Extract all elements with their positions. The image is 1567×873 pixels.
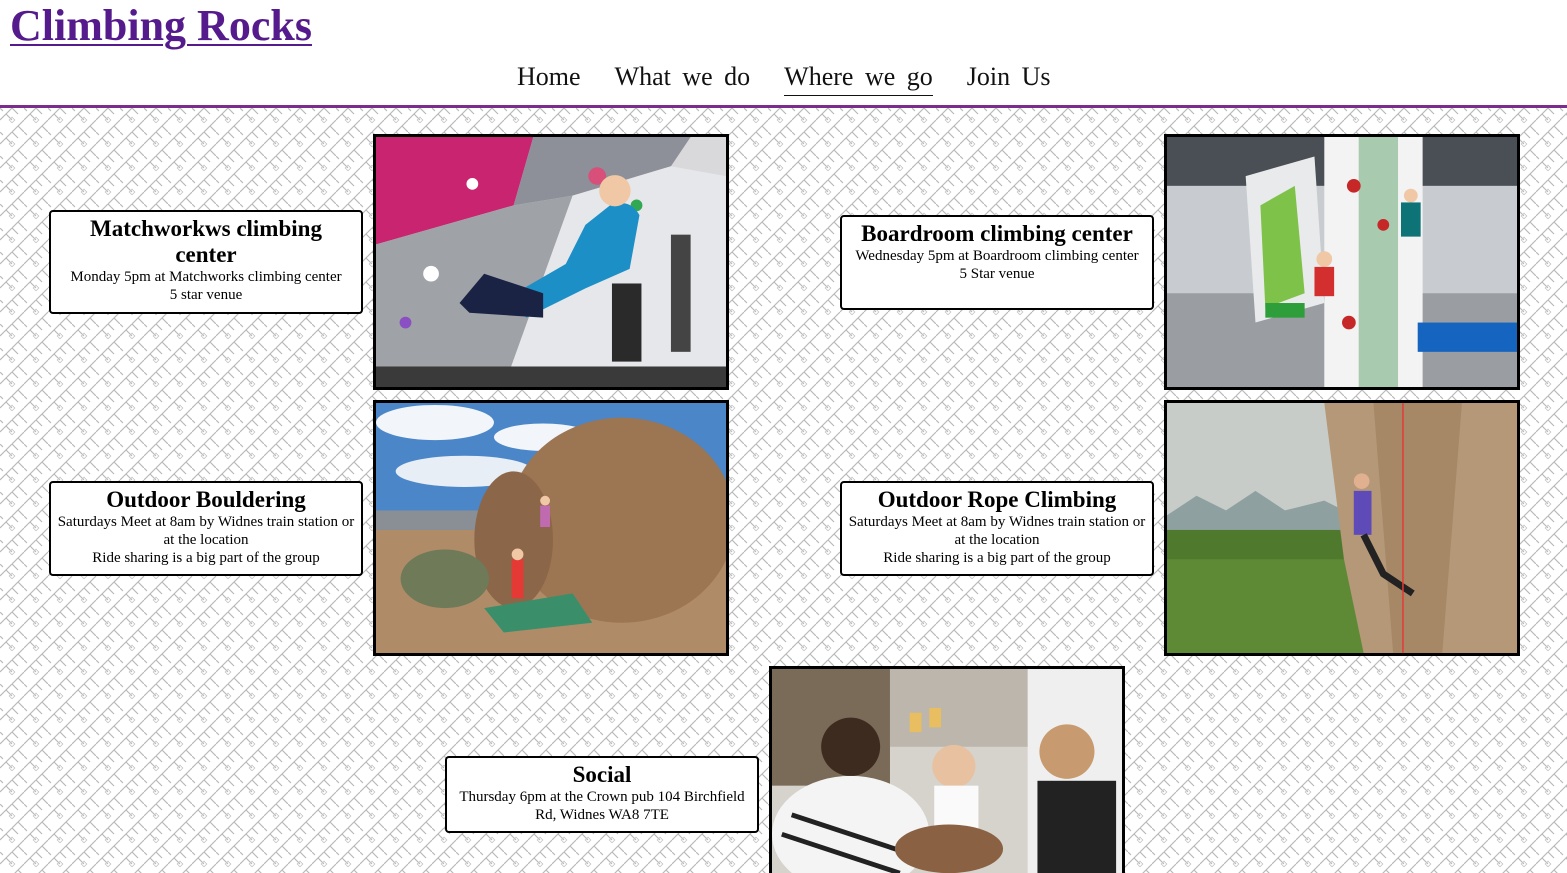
indoor-bouldering-photo	[373, 134, 729, 390]
location-detail: Saturdays Meet at 8am by Widnes train st…	[57, 514, 355, 548]
location-card-matchworks: Matchworkws climbing center Monday 5pm a…	[49, 210, 363, 314]
nav-home[interactable]: Home	[517, 61, 581, 96]
location-detail: Thursday 6pm at the Crown pub 104 Birchf…	[459, 789, 745, 823]
location-card-boardroom: Boardroom climbing center Wednesday 5pm …	[840, 215, 1154, 310]
pub-social-photo	[769, 666, 1125, 873]
nav-what-we-do[interactable]: What we do	[615, 61, 751, 96]
location-detail: Ride sharing is a big part of the group	[92, 550, 320, 566]
site-title-link[interactable]: Climbing Rocks	[10, 2, 312, 50]
nav-where-we-go[interactable]: Where we go	[784, 61, 933, 96]
location-title: Outdoor Bouldering	[106, 487, 306, 512]
location-title: Matchworkws climbing center	[90, 216, 322, 267]
site-header: Climbing Rocks Home What we do Where we …	[0, 0, 1567, 106]
location-detail: Monday 5pm at Matchworks climbing center	[70, 269, 342, 285]
location-title: Outdoor Rope Climbing	[877, 487, 1117, 512]
location-title: Social	[572, 762, 632, 787]
location-detail: 5 Star venue	[959, 266, 1035, 282]
location-card-outdoor-bouldering: Outdoor Bouldering Saturdays Meet at 8am…	[49, 481, 363, 576]
outdoor-boulder-photo	[373, 400, 729, 656]
location-detail: 5 star venue	[169, 287, 243, 303]
location-detail: Wednesday 5pm at Boardroom climbing cent…	[855, 248, 1139, 264]
location-detail: Saturdays Meet at 8am by Widnes train st…	[848, 514, 1146, 548]
locations-section: Matchworkws climbing center Monday 5pm a…	[0, 108, 1567, 873]
location-card-social: Social Thursday 6pm at the Crown pub 104…	[445, 756, 759, 833]
location-detail: Ride sharing is a big part of the group	[883, 550, 1111, 566]
nav-join-us[interactable]: Join Us	[967, 61, 1051, 96]
indoor-climbing-wall-photo	[1164, 134, 1520, 390]
location-card-outdoor-rope: Outdoor Rope Climbing Saturdays Meet at …	[840, 481, 1154, 576]
rope-climbing-cliff-photo	[1164, 400, 1520, 656]
main-nav: Home What we do Where we go Join Us	[517, 61, 1085, 96]
location-title: Boardroom climbing center	[861, 221, 1133, 246]
